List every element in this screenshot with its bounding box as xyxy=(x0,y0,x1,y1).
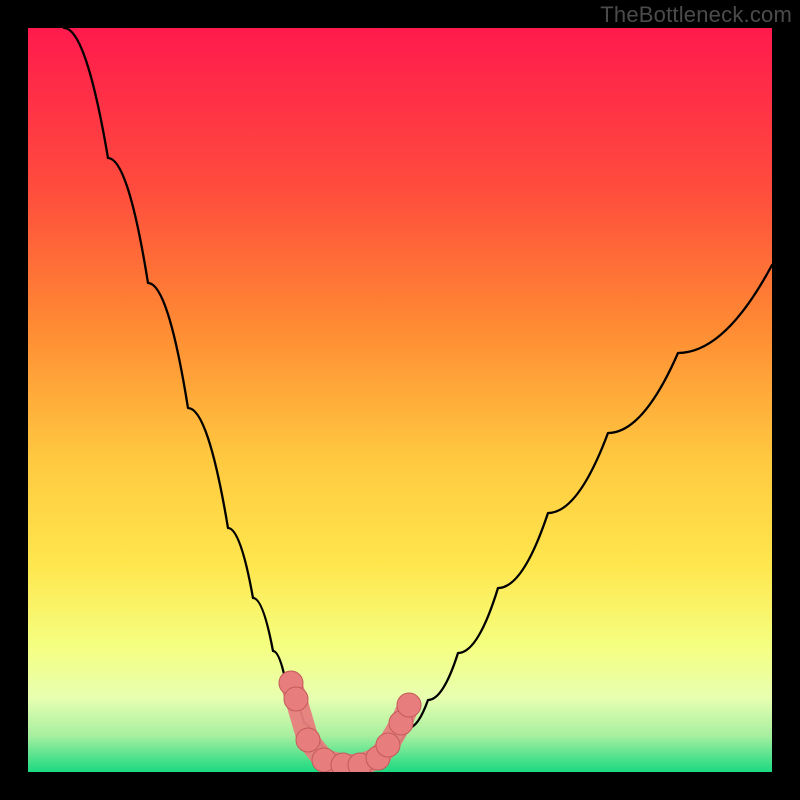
data-point xyxy=(284,687,308,711)
chart-svg xyxy=(28,28,772,772)
data-point xyxy=(397,693,421,717)
plot-area xyxy=(28,28,772,772)
watermark-text: TheBottleneck.com xyxy=(600,2,792,28)
gradient-background xyxy=(28,28,772,772)
chart-frame: TheBottleneck.com xyxy=(0,0,800,800)
data-point xyxy=(296,728,320,752)
data-point xyxy=(376,733,400,757)
